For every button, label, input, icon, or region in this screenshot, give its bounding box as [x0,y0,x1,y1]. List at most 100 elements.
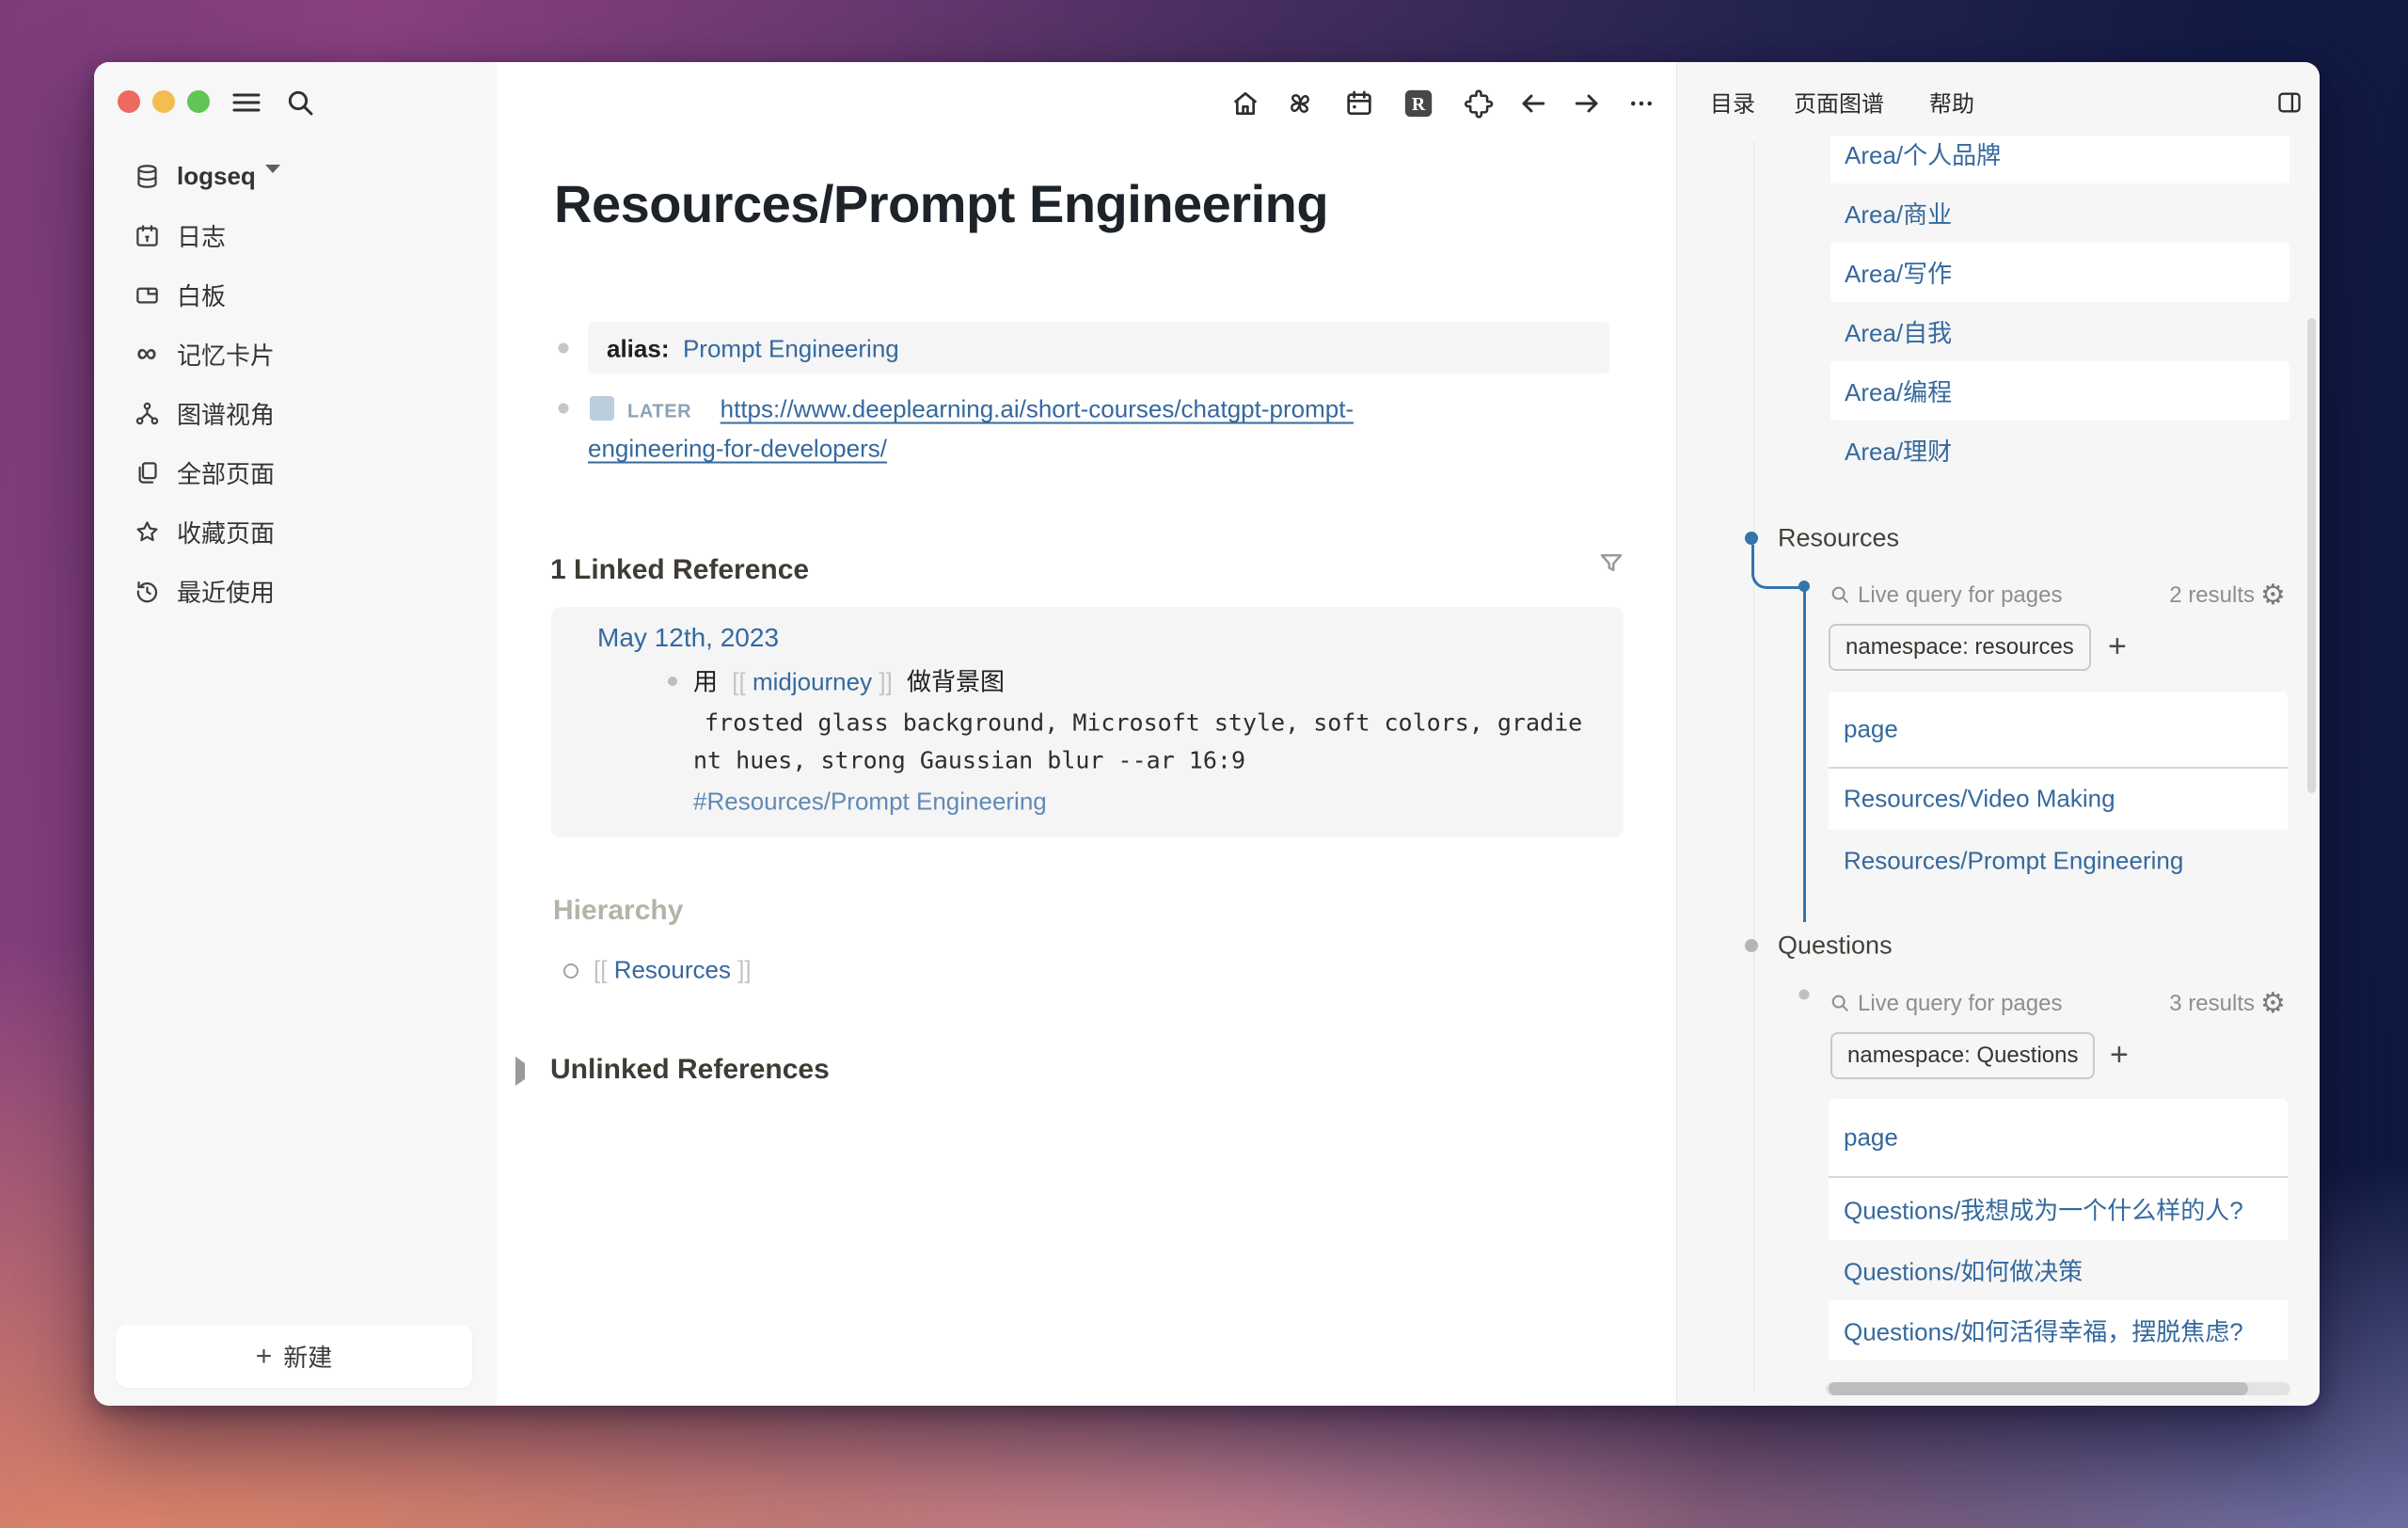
table-row[interactable]: Questions/我想成为一个什么样的人? [1829,1178,2288,1240]
table-row[interactable]: Resources/Prompt Engineering [1829,830,2288,892]
linked-references-header[interactable]: 1 Linked Reference [550,554,809,586]
block-bullet[interactable] [559,404,569,414]
table-row[interactable]: Questions/如何做决策 [1829,1240,2288,1300]
page-tag-link[interactable]: #Resources/Prompt Engineering [693,788,1047,817]
list-item[interactable]: Area/个人品牌 [1830,135,2289,183]
horizontal-scrollbar[interactable] [1826,1382,2290,1395]
plugins-icon[interactable] [1463,88,1495,119]
more-icon[interactable] [1625,88,1657,119]
journals-icon [134,222,160,248]
close-button[interactable] [118,90,140,113]
new-page-button[interactable]: + 新建 [116,1325,472,1388]
block-bullet[interactable] [1799,990,1810,1000]
calendar-icon[interactable] [1343,88,1375,119]
indent-guide-line [1753,141,1754,1393]
main-content: R Resources/Prompt Engineering alias: Pr… [497,62,1676,1406]
graph-selector[interactable]: logseq [94,150,497,202]
prompt-text-line1: frosted glass background, Microsoft styl… [705,709,1582,737]
table-row[interactable]: Resources/Video Making [1829,769,2288,830]
maximize-button[interactable] [187,90,210,113]
tab-page-graph[interactable]: 页面图谱 [1794,86,1884,119]
block-bullet[interactable] [668,676,677,686]
sidebar-item-favorites[interactable]: 收藏页面 [94,505,497,558]
search-icon [1830,993,1850,1013]
sidebar-item-flashcards[interactable]: ∞ 记忆卡片 [94,327,497,380]
block-bullet[interactable] [1745,939,1758,952]
horizontal-scrollbar-thumb[interactable] [1829,1382,2248,1395]
linked-reference-card: May 12th, 2023 用 [[ midjourney ]] 做背景图 f… [551,607,1624,837]
add-filter-button[interactable]: + [2110,1039,2129,1071]
query-label: Live query for pages [1858,582,2062,609]
sidebar-item-journals[interactable]: 日志 [94,209,497,262]
database-icon [134,163,160,189]
nav-back-icon[interactable] [1517,88,1549,119]
sidebar-scroll-area: Area/个人品牌 Area/商业 Area/写作 Area/自我 Area/编… [1677,135,2320,1406]
collapse-arrow-icon[interactable] [515,1063,525,1080]
tab-help[interactable]: 帮助 [1929,86,1974,119]
home-icon[interactable] [1229,88,1261,119]
flashcards-icon: ∞ [134,341,160,367]
menu-icon[interactable] [232,91,261,114]
hierarchy-bullet[interactable] [563,963,578,979]
chevron-down-icon [265,173,280,190]
unlinked-references-header[interactable]: Unlinked References [550,1054,830,1086]
sidebar-item-label: 最近使用 [177,574,275,609]
all-pages-icon [134,459,160,485]
sidebar-item-whiteboards[interactable]: 白板 [94,268,497,321]
minimize-button[interactable] [152,90,175,113]
query-results-count: 3 results [2169,991,2255,1017]
nav-forward-icon[interactable] [1571,88,1603,119]
page-title: Resources/Prompt Engineering [554,173,1328,234]
vertical-scrollbar-thumb[interactable] [2307,318,2316,793]
list-item[interactable]: Area/自我 [1830,302,2289,361]
prompt-text-line2: nt hues, strong Gaussian blur --ar 16:9 [693,747,1245,774]
table-column-header[interactable]: page [1844,715,1898,744]
query-table-header-row: page [1829,1099,2288,1176]
journal-date-link[interactable]: May 12th, 2023 [597,623,779,652]
page-ref-link[interactable]: midjourney [752,668,872,696]
pinwheel-icon[interactable] [1284,88,1316,119]
list-item[interactable]: Area/写作 [1830,243,2289,302]
table-row[interactable]: Questions/如何活得幸福，摆脱焦虑? [1829,1300,2288,1361]
sidebar-item-recent[interactable]: 最近使用 [94,565,497,617]
sidebar-item-graph-view[interactable]: 图谱视角 [94,387,497,439]
hierarchy-parent-link[interactable]: Resources [614,956,731,984]
svg-text:R: R [1412,94,1426,115]
graph-name: logseq [177,162,256,191]
left-sidebar: logseq 日志 白板 ∞ 记忆卡片 图谱视角 [94,62,497,1406]
filter-icon[interactable] [1595,548,1627,580]
block-bullet[interactable] [1798,581,1810,592]
add-filter-button[interactable]: + [2108,630,2127,662]
alias-value-link[interactable]: Prompt Engineering [683,335,899,363]
table-column-header[interactable]: page [1844,1123,1898,1153]
ref-text-pre: 用 [693,668,718,696]
list-item[interactable]: Area/理财 [1830,421,2289,480]
app-window: logseq 日志 白板 ∞ 记忆卡片 图谱视角 [94,62,2320,1406]
gear-icon[interactable]: ⚙ [2260,581,2286,610]
sidebar-item-all-pages[interactable]: 全部页面 [94,446,497,499]
whiteboards-icon [134,281,160,308]
readwise-plugin-icon[interactable]: R [1402,88,1434,119]
toggle-right-sidebar-icon[interactable] [2276,89,2303,116]
tab-contents[interactable]: 目录 [1710,86,1755,119]
ref-text-post: 做背景图 [907,668,1005,696]
block-bullet[interactable] [559,343,569,354]
task-url-line2[interactable]: engineering-for-developers/ [588,435,887,463]
list-item[interactable]: Area/编程 [1830,361,2289,421]
plus-icon: + [256,1343,273,1371]
query-filter-chip[interactable]: namespace: Questions [1830,1032,2095,1079]
sidebar-item-label: 记忆卡片 [177,337,275,372]
hierarchy-header: Hierarchy [553,895,683,927]
right-sidebar: 目录 页面图谱 帮助 Area/个人品牌 Area/商业 Area/写作 Are… [1676,62,2320,1406]
list-item[interactable]: Area/商业 [1830,183,2289,243]
gear-icon[interactable]: ⚙ [2260,990,2286,1018]
query-filter-chip[interactable]: namespace: resources [1829,624,2091,671]
task-url-line1[interactable]: https://www.deeplearning.ai/short-course… [721,395,1354,423]
sidebar-item-label: 全部页面 [177,455,275,490]
task-marker[interactable]: LATER [627,402,691,422]
search-icon[interactable] [285,88,315,118]
sidebar-item-label: 收藏页面 [177,515,275,549]
block-bullet[interactable] [1745,532,1758,545]
task-checkbox[interactable] [590,396,614,421]
section-title[interactable]: Questions [1778,931,1893,961]
